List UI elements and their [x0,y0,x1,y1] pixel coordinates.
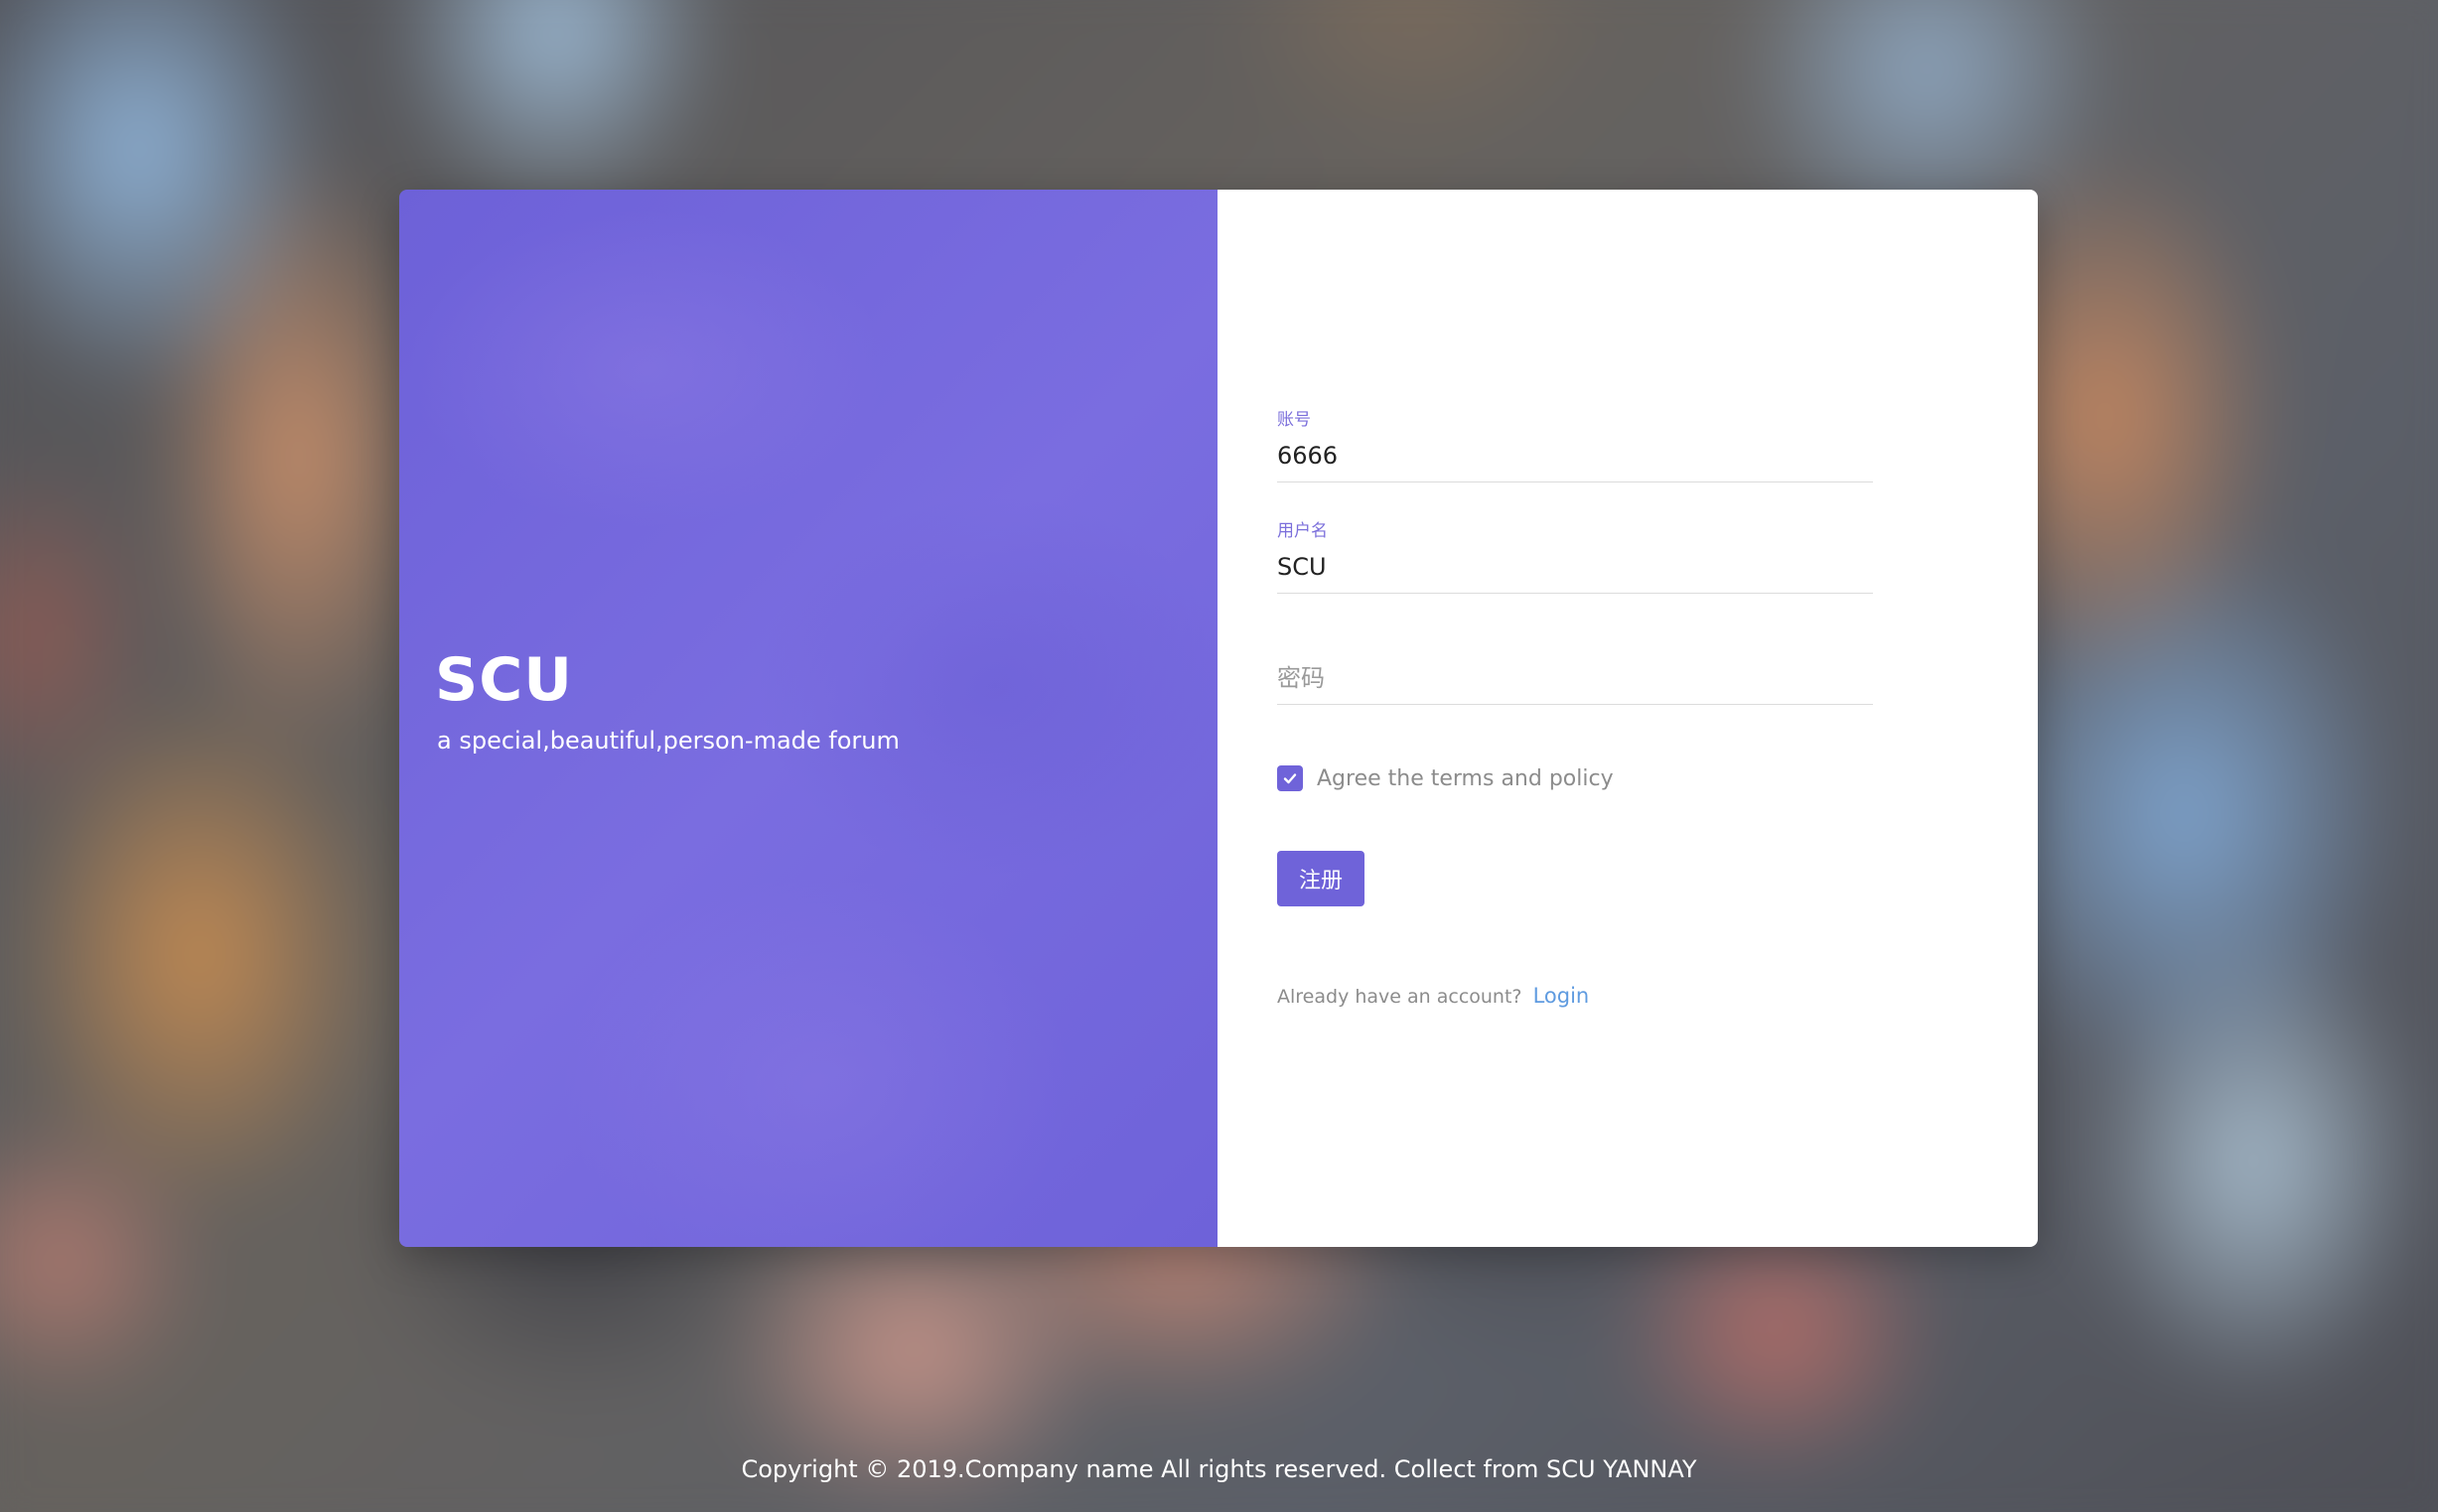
brand-title: SCU [435,645,573,715]
username-input[interactable] [1277,547,1873,587]
username-label: 用户名 [1277,521,1328,541]
login-link[interactable]: Login [1533,984,1590,1008]
password-field [1277,634,1873,705]
account-field: 账号 [1277,410,1873,482]
brand-panel: SCU a special,beautiful,person-made foru… [399,190,1218,1247]
register-form-panel: 账号 用户名 Agree the terms and policy 注册 [1218,190,2038,1247]
agree-terms-label: Agree the terms and policy [1317,765,1614,791]
login-prompt-row: Already have an account? Login [1277,984,1589,1008]
account-label: 账号 [1277,410,1311,430]
login-prompt-text: Already have an account? [1277,986,1522,1008]
page: SCU a special,beautiful,person-made foru… [0,0,2438,1512]
password-input[interactable] [1277,658,1873,698]
agree-terms-row[interactable]: Agree the terms and policy [1277,765,1614,791]
check-icon [1283,773,1297,784]
agree-checkbox[interactable] [1277,765,1303,791]
footer-copyright: Copyright © 2019.Company name All rights… [741,1455,1697,1483]
username-field: 用户名 [1277,521,1873,594]
account-input[interactable] [1277,436,1873,476]
register-button[interactable]: 注册 [1277,851,1364,906]
brand-subtitle: a special,beautiful,person-made forum [437,727,900,755]
register-card: SCU a special,beautiful,person-made foru… [399,190,2038,1247]
